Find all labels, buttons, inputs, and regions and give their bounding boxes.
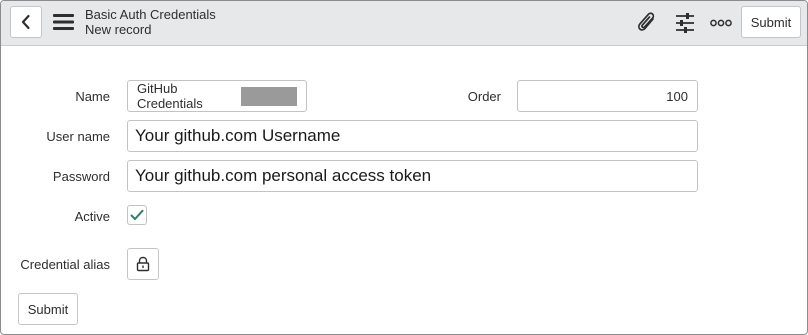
back-button[interactable] [10,6,42,38]
form-window: Basic Auth Credentials New record Submit… [0,0,808,335]
lock-icon [136,256,150,272]
password-field[interactable]: Your github.com personal access token [127,160,698,192]
name-field[interactable]: GitHub Credentials [127,80,307,112]
page-title: Basic Auth Credentials [85,7,216,22]
sliders-icon[interactable] [671,10,699,36]
password-label: Password [52,169,110,184]
active-checkbox[interactable] [127,205,147,225]
page-subtitle: New record [85,22,152,37]
hamburger-menu-icon[interactable] [53,13,75,31]
more-options-icon[interactable] [707,10,735,36]
form-header: Basic Auth Credentials New record Submit [1,1,807,46]
order-field[interactable]: 100 [517,80,698,112]
chevron-left-icon [21,14,30,30]
user-name-label: User name [46,129,110,144]
order-label: Order [467,89,501,104]
redacted-block [241,86,297,106]
name-label: Name [75,89,110,104]
active-label: Active [74,209,110,224]
user-name-field[interactable]: Your github.com Username [127,120,698,152]
submit-button-top[interactable]: Submit [741,6,801,38]
credential-alias-label: Credential alias [20,257,110,272]
name-value: GitHub Credentials [137,81,203,111]
paperclip-icon[interactable] [633,10,661,36]
checkmark-icon [130,209,144,220]
submit-button-bottom[interactable]: Submit [18,293,78,325]
credential-alias-lock-button[interactable] [127,248,159,280]
